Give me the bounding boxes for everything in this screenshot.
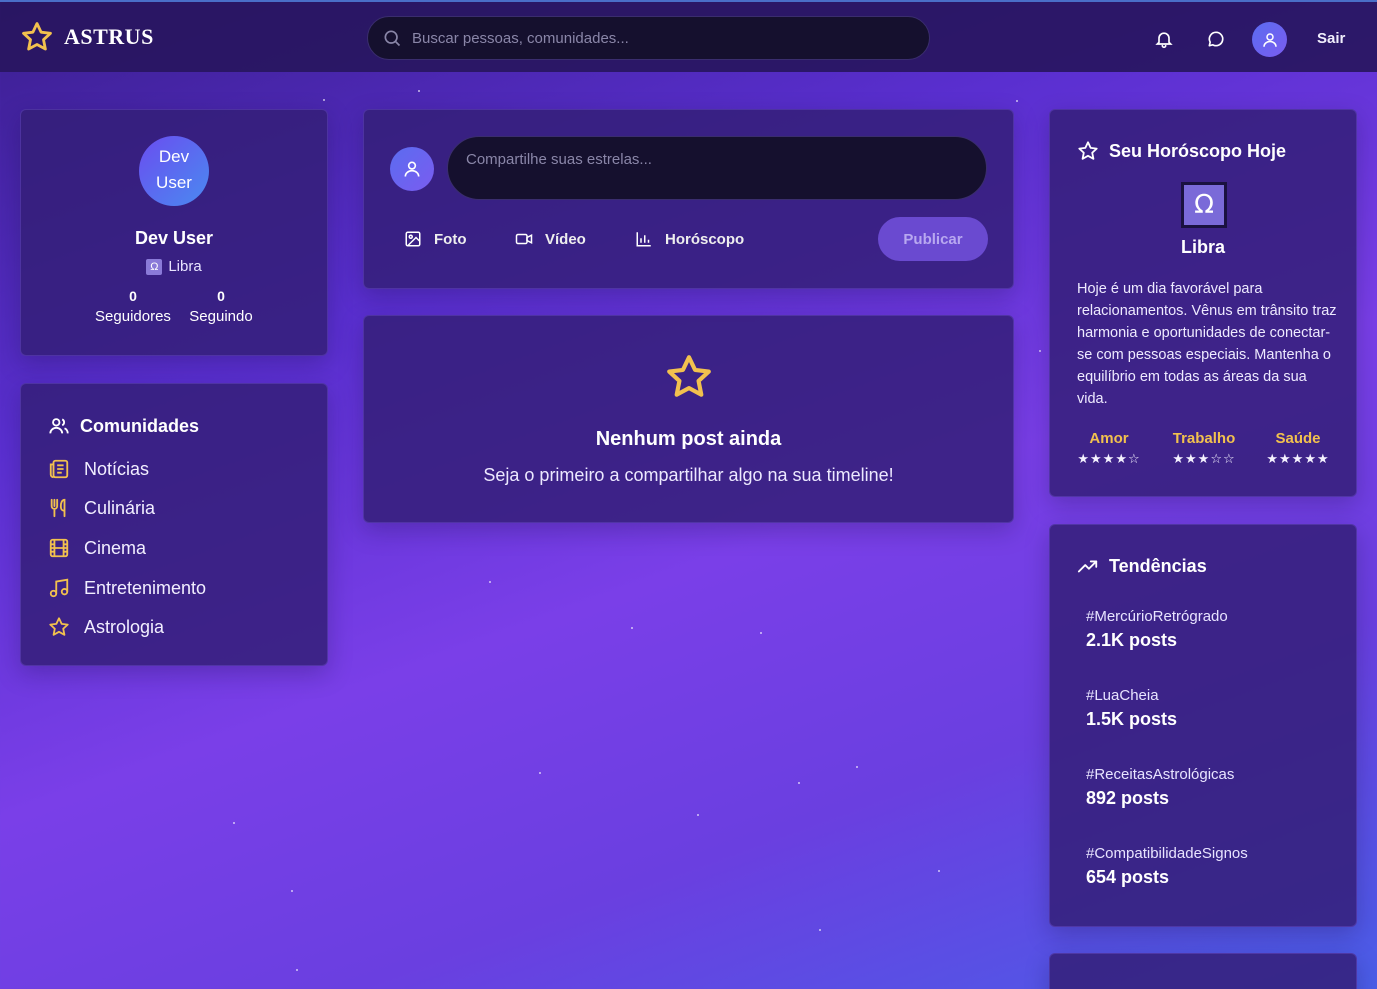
post-composer: Compartilhe suas estrelas... Foto Vídeo … bbox=[363, 109, 1014, 289]
communities-card: Comunidades Notícias Culinária Cinema En… bbox=[20, 383, 328, 666]
trend-tag: #LuaCheia bbox=[1086, 687, 1159, 704]
user-icon bbox=[404, 161, 420, 177]
profile-sign-label: Libra bbox=[168, 258, 202, 275]
rating-love: Amor ★★★★☆ bbox=[1069, 430, 1149, 467]
following-label: Seguindo bbox=[189, 308, 253, 325]
trend-item[interactable]: #ReceitasAstrológicas 892 posts bbox=[1086, 766, 1234, 809]
post-textarea[interactable]: Compartilhe suas estrelas... bbox=[447, 136, 987, 200]
followers-count: 0 bbox=[129, 288, 137, 304]
bar-chart-icon bbox=[636, 232, 651, 247]
communities-header: Comunidades bbox=[48, 415, 199, 437]
rating-label: Trabalho bbox=[1172, 430, 1236, 447]
newspaper-icon bbox=[49, 459, 69, 479]
user-avatar-button[interactable] bbox=[1252, 22, 1287, 57]
libra-icon: Ω bbox=[146, 258, 163, 275]
video-label: Vídeo bbox=[545, 230, 586, 248]
empty-feed-card: Nenhum post ainda Seja o primeiro a comp… bbox=[363, 315, 1014, 523]
star-icon bbox=[1078, 141, 1098, 160]
community-item-cinema[interactable]: Cinema bbox=[48, 537, 146, 559]
community-item-noticias[interactable]: Notícias bbox=[48, 458, 149, 480]
star-icon bbox=[667, 355, 711, 397]
trend-count: 1.5K posts bbox=[1086, 709, 1178, 729]
horoscope-text: Hoje é um dia favorável para relacioname… bbox=[1077, 281, 1337, 407]
following-count: 0 bbox=[217, 288, 225, 304]
community-label: Cinema bbox=[84, 537, 147, 558]
community-label: Culinária bbox=[84, 497, 156, 518]
photo-label: Foto bbox=[434, 230, 467, 248]
star-logo-icon bbox=[22, 22, 52, 51]
bell-icon[interactable] bbox=[1154, 29, 1174, 49]
trend-tag: #MercúrioRetrógrado bbox=[1086, 608, 1228, 625]
horoscope-label: Horóscopo bbox=[665, 230, 745, 248]
trend-count: 2.1K posts bbox=[1086, 630, 1178, 650]
rating-stars: ★★★☆☆ bbox=[1172, 451, 1236, 466]
profile-sign: Ω Libra bbox=[21, 258, 327, 275]
community-label: Astrologia bbox=[84, 616, 165, 637]
trend-item[interactable]: #CompatibilidadeSignos 654 posts bbox=[1086, 845, 1248, 888]
rating-stars: ★★★★☆ bbox=[1077, 451, 1141, 466]
community-item-entretenimento[interactable]: Entretenimento bbox=[48, 577, 206, 599]
trend-count: 892 posts bbox=[1086, 788, 1170, 808]
profile-avatar[interactable]: Dev User bbox=[139, 136, 209, 206]
horoscope-card: Seu Horóscopo Hoje Ω Libra Hoje é um dia… bbox=[1049, 109, 1357, 497]
trends-title: Tendências bbox=[1109, 555, 1207, 576]
community-item-culinaria[interactable]: Culinária bbox=[48, 497, 155, 519]
composer-avatar bbox=[390, 147, 434, 191]
following-stat[interactable]: 0 Seguindo bbox=[181, 288, 261, 325]
profile-card: Dev User Dev User Ω Libra 0 Seguidores 0… bbox=[20, 109, 328, 356]
community-label: Entretenimento bbox=[84, 577, 207, 598]
search-input[interactable] bbox=[412, 29, 892, 47]
horoscope-button[interactable]: Horóscopo bbox=[635, 230, 744, 248]
publish-button[interactable]: Publicar bbox=[878, 217, 988, 261]
top-navbar: ASTRUS Sair bbox=[0, 0, 1377, 72]
profile-name[interactable]: Dev User bbox=[21, 228, 327, 249]
video-button[interactable]: Vídeo bbox=[515, 230, 586, 248]
empty-feed-title: Nenhum post ainda bbox=[595, 428, 782, 450]
logout-button[interactable]: Sair bbox=[1317, 30, 1345, 47]
horoscope-header: Seu Horóscopo Hoje bbox=[1077, 140, 1286, 162]
chat-icon[interactable] bbox=[1206, 29, 1226, 49]
horoscope-title: Seu Horóscopo Hoje bbox=[1109, 140, 1287, 161]
followers-label: Seguidores bbox=[95, 308, 171, 325]
rating-label: Saúde bbox=[1275, 430, 1321, 447]
user-icon bbox=[1262, 32, 1277, 47]
trend-item[interactable]: #MercúrioRetrógrado 2.1K posts bbox=[1086, 608, 1228, 651]
empty-feed-subtitle: Seja o primeiro a compartilhar algo na s… bbox=[483, 465, 894, 485]
music-icon bbox=[49, 578, 69, 598]
video-icon bbox=[515, 233, 533, 245]
trend-tag: #ReceitasAstrológicas bbox=[1086, 766, 1235, 783]
trends-card: Tendências #MercúrioRetrógrado 2.1K post… bbox=[1049, 524, 1357, 927]
trend-count: 654 posts bbox=[1086, 867, 1170, 887]
star-icon bbox=[49, 617, 69, 636]
trending-up-icon bbox=[1077, 560, 1098, 573]
logo[interactable]: ASTRUS bbox=[20, 20, 154, 54]
search-bar[interactable] bbox=[367, 16, 930, 60]
rating-work: Trabalho ★★★☆☆ bbox=[1164, 430, 1244, 467]
community-label: Notícias bbox=[84, 458, 150, 479]
utensils-icon bbox=[50, 498, 66, 518]
photo-button[interactable]: Foto bbox=[404, 230, 466, 248]
image-icon bbox=[405, 231, 421, 247]
trend-item[interactable]: #LuaCheia 1.5K posts bbox=[1086, 687, 1177, 730]
trend-tag: #CompatibilidadeSignos bbox=[1086, 845, 1248, 862]
rating-label: Amor bbox=[1089, 430, 1129, 447]
search-icon bbox=[384, 30, 401, 47]
trends-header: Tendências bbox=[1077, 555, 1207, 577]
next-sidebar-card bbox=[1049, 953, 1357, 989]
logo-text: ASTRUS bbox=[64, 24, 154, 49]
community-item-astrologia[interactable]: Astrologia bbox=[48, 616, 164, 638]
users-icon bbox=[49, 418, 69, 434]
libra-icon: Ω bbox=[1181, 182, 1227, 228]
followers-stat[interactable]: 0 Seguidores bbox=[93, 288, 173, 325]
rating-stars: ★★★★★ bbox=[1266, 451, 1330, 466]
horoscope-sign: Libra bbox=[1180, 237, 1225, 257]
film-icon bbox=[49, 538, 69, 558]
rating-health: Saúde ★★★★★ bbox=[1258, 430, 1338, 467]
communities-title: Comunidades bbox=[80, 415, 200, 436]
